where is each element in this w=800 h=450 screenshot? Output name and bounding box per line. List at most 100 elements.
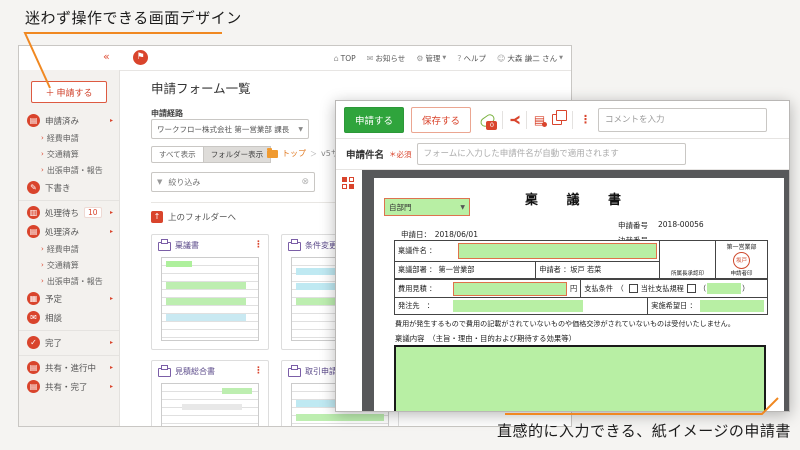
chevron-icon: › [41,166,44,174]
form-card-mitsumori[interactable]: 見積総合書⋮ [151,360,269,427]
help-icon: ? [457,54,461,63]
caption-top: 迷わず操作できる画面デザイン [25,7,242,28]
editor-body: 自部門 ▼ 稟 議 書 申請番号2018-00056 決裁番号 申請日： 201… [336,170,789,411]
sidebar-subitem-trip[interactable]: ›出張申請・報告 [19,162,119,178]
breadcrumb-separator: ＞ [310,149,317,159]
yen-label: 円 [567,284,580,294]
payment-paren-close: ） [741,284,750,294]
order-field[interactable] [453,300,583,312]
divider [572,111,573,129]
sidebar-item-processed[interactable]: ▤ 処理済み ▸ [19,222,119,241]
attachment-count-badge: 0 [486,121,497,130]
breadcrumb-root[interactable]: トップ [282,148,306,159]
nav-help[interactable]: ?ヘルプ [457,53,486,64]
wish-date-field[interactable] [700,300,764,312]
chat-icon: ✉ [27,311,40,324]
subject-input[interactable] [417,143,686,165]
page-title: 申請フォーム一覧 [151,78,251,97]
divider [502,111,503,129]
order-label: 発注先 ： [395,301,453,311]
form-card-ringi[interactable]: 稟議書⋮ [151,234,269,350]
sidebar-item-applied[interactable]: ▤ 申請済み ▸ [19,111,119,130]
nav-user[interactable]: ☺大森 謙二 さん▼ [497,53,563,64]
sidebar-item-pending[interactable]: ▥ 処理待ち 10 ▸ [19,200,119,222]
global-nav: ⌂TOP ✉お知らせ ⚙管理▼ ?ヘルプ ☺大森 謙二 さん▼ [334,46,563,70]
nav-top[interactable]: ⌂TOP [334,54,356,63]
content-label: 稟議内容 （主旨・理由・目的および期待する効果等） [395,333,576,344]
route-flow-icon[interactable]: Y [508,115,522,124]
sidebar-item-consult[interactable]: ✉ 相談 [19,308,119,327]
sidebar-item-shared-active[interactable]: ▤ 共有・進行中 ▸ [19,355,119,377]
nav-admin[interactable]: ⚙管理▼ [416,53,446,64]
sidebar-subitem-transport[interactable]: ›交通精算 [19,257,119,273]
app-topbar: « ⚑ ⌂TOP ✉お知らせ ⚙管理▼ ?ヘルプ ☺大森 謙二 さん▼ [19,46,571,71]
payment-checkbox-2[interactable] [687,284,696,293]
cost-field[interactable] [453,282,567,296]
layout-grid-icon[interactable] [342,177,354,189]
chevron-icon: › [41,134,44,142]
comment-input[interactable] [598,108,767,132]
sidebar-collapse-icon[interactable]: « [103,50,110,63]
payment-other-field[interactable] [707,283,741,294]
kebab-menu-icon[interactable]: ⋮ [254,366,263,376]
view-folder-button[interactable]: フォルダー表示 [204,146,272,163]
hanko-stamp: 坂戸 [733,252,750,269]
sidebar-subitem-transport[interactable]: ›交通精算 [19,146,119,162]
ringi-subject-field[interactable] [458,243,657,259]
share-icon: ▤ [27,380,40,393]
route-select[interactable]: ワークフロー株式会社 第一営業部 課長 ▼ [151,119,309,139]
sidebar-subitem-expense[interactable]: ›経費申請 [19,130,119,146]
funnel-icon: ▼ [157,178,162,186]
screenshot-stage: 迷わず操作できる画面デザイン 直感的に入力できる、紙イメージの申請書 « ⚑ ⌂… [0,0,800,450]
payment-checkbox-1[interactable] [629,284,638,293]
document-icon: ▤ [27,225,40,238]
sidebar-subitem-expense[interactable]: ›経費申請 [19,241,119,257]
sidebar-item-shared-done[interactable]: ▤ 共有・完了 ▸ [19,377,119,396]
printer-icon [158,368,171,377]
more-menu-icon[interactable]: ⋮ [580,113,591,126]
sidebar-subitem-trip[interactable]: ›出張申請・報告 [19,273,119,289]
application-date: 申請日： 2018/06/01 [401,229,478,240]
caption-bottom: 直感的に入力できる、紙イメージの申請書 [497,420,791,441]
view-all-button[interactable]: すべて表示 [151,146,204,163]
content-textarea[interactable] [394,345,766,411]
chevron-down-icon: ▼ [559,55,563,61]
form-note: 費用が発生するもので費用の記載がされていないものや価格交渉がされていないものは受… [395,319,769,329]
application-editor-window: 申請する 保存する 0 Y ▤ ⋮ 申請件名 ＊必須 [335,100,790,412]
route-label: 申請経路 [151,108,183,119]
applicant-stamp-cell: 第一営業部 坂戸 申請者印 [715,241,767,278]
submit-button[interactable]: 申請する [344,107,404,133]
chevron-right-icon: ▸ [110,364,113,371]
check-icon: ✓ [27,336,40,349]
payment-option1: 当社支払規程 [640,284,685,294]
attachment-button[interactable]: 0 [478,111,495,129]
application-date-value: 2018/06/01 [435,230,478,239]
printer-icon [288,368,301,377]
payment-paren-open: （ [698,284,707,294]
up-folder-link[interactable]: ↑ 上のフォルダーへ [151,211,236,223]
sidebar-item-schedule[interactable]: ▦ 予定 ▸ [19,289,119,308]
inbox-icon: ▥ [27,206,40,219]
folder-up-icon: ↑ [151,211,163,223]
chevron-right-icon: ▸ [110,339,113,346]
copy-icon[interactable] [552,114,562,125]
sidebar-item-draft[interactable]: ✎ 下書き [19,178,119,197]
nav-notice[interactable]: ✉お知らせ [367,53,406,64]
form-table-cost: 費用見積 ： 円 支払条件 （ 当社支払規程 （ ） [394,279,768,315]
share-icon: ▤ [27,361,40,374]
applicant-label: 申請者 ：坂戸 若菜 [536,265,659,275]
chevron-down-icon: ▼ [298,126,303,133]
ringi-subject-label: 稟議件名 ： [395,246,456,256]
chevron-right-icon: ▸ [110,209,113,216]
save-button[interactable]: 保存する [411,107,471,133]
document-settings-icon[interactable]: ▤ [534,114,545,126]
new-application-button[interactable]: ＋ 申請する [31,81,107,103]
clear-icon[interactable]: ⊗ [301,177,309,187]
pencil-icon: ✎ [27,181,40,194]
kebab-menu-icon[interactable]: ⋮ [254,240,263,250]
paper-form: 自部門 ▼ 稟 議 書 申請番号2018-00056 決裁番号 申請日： 201… [374,178,784,411]
filter-input[interactable] [166,177,297,188]
sidebar: ＋ 申請する ▤ 申請済み ▸ ›経費申請 ›交通精算 ›出張申請・報告 ✎ 下… [19,70,120,426]
editor-side-strip [336,170,362,411]
sidebar-item-done[interactable]: ✓ 完了 ▸ [19,330,119,352]
